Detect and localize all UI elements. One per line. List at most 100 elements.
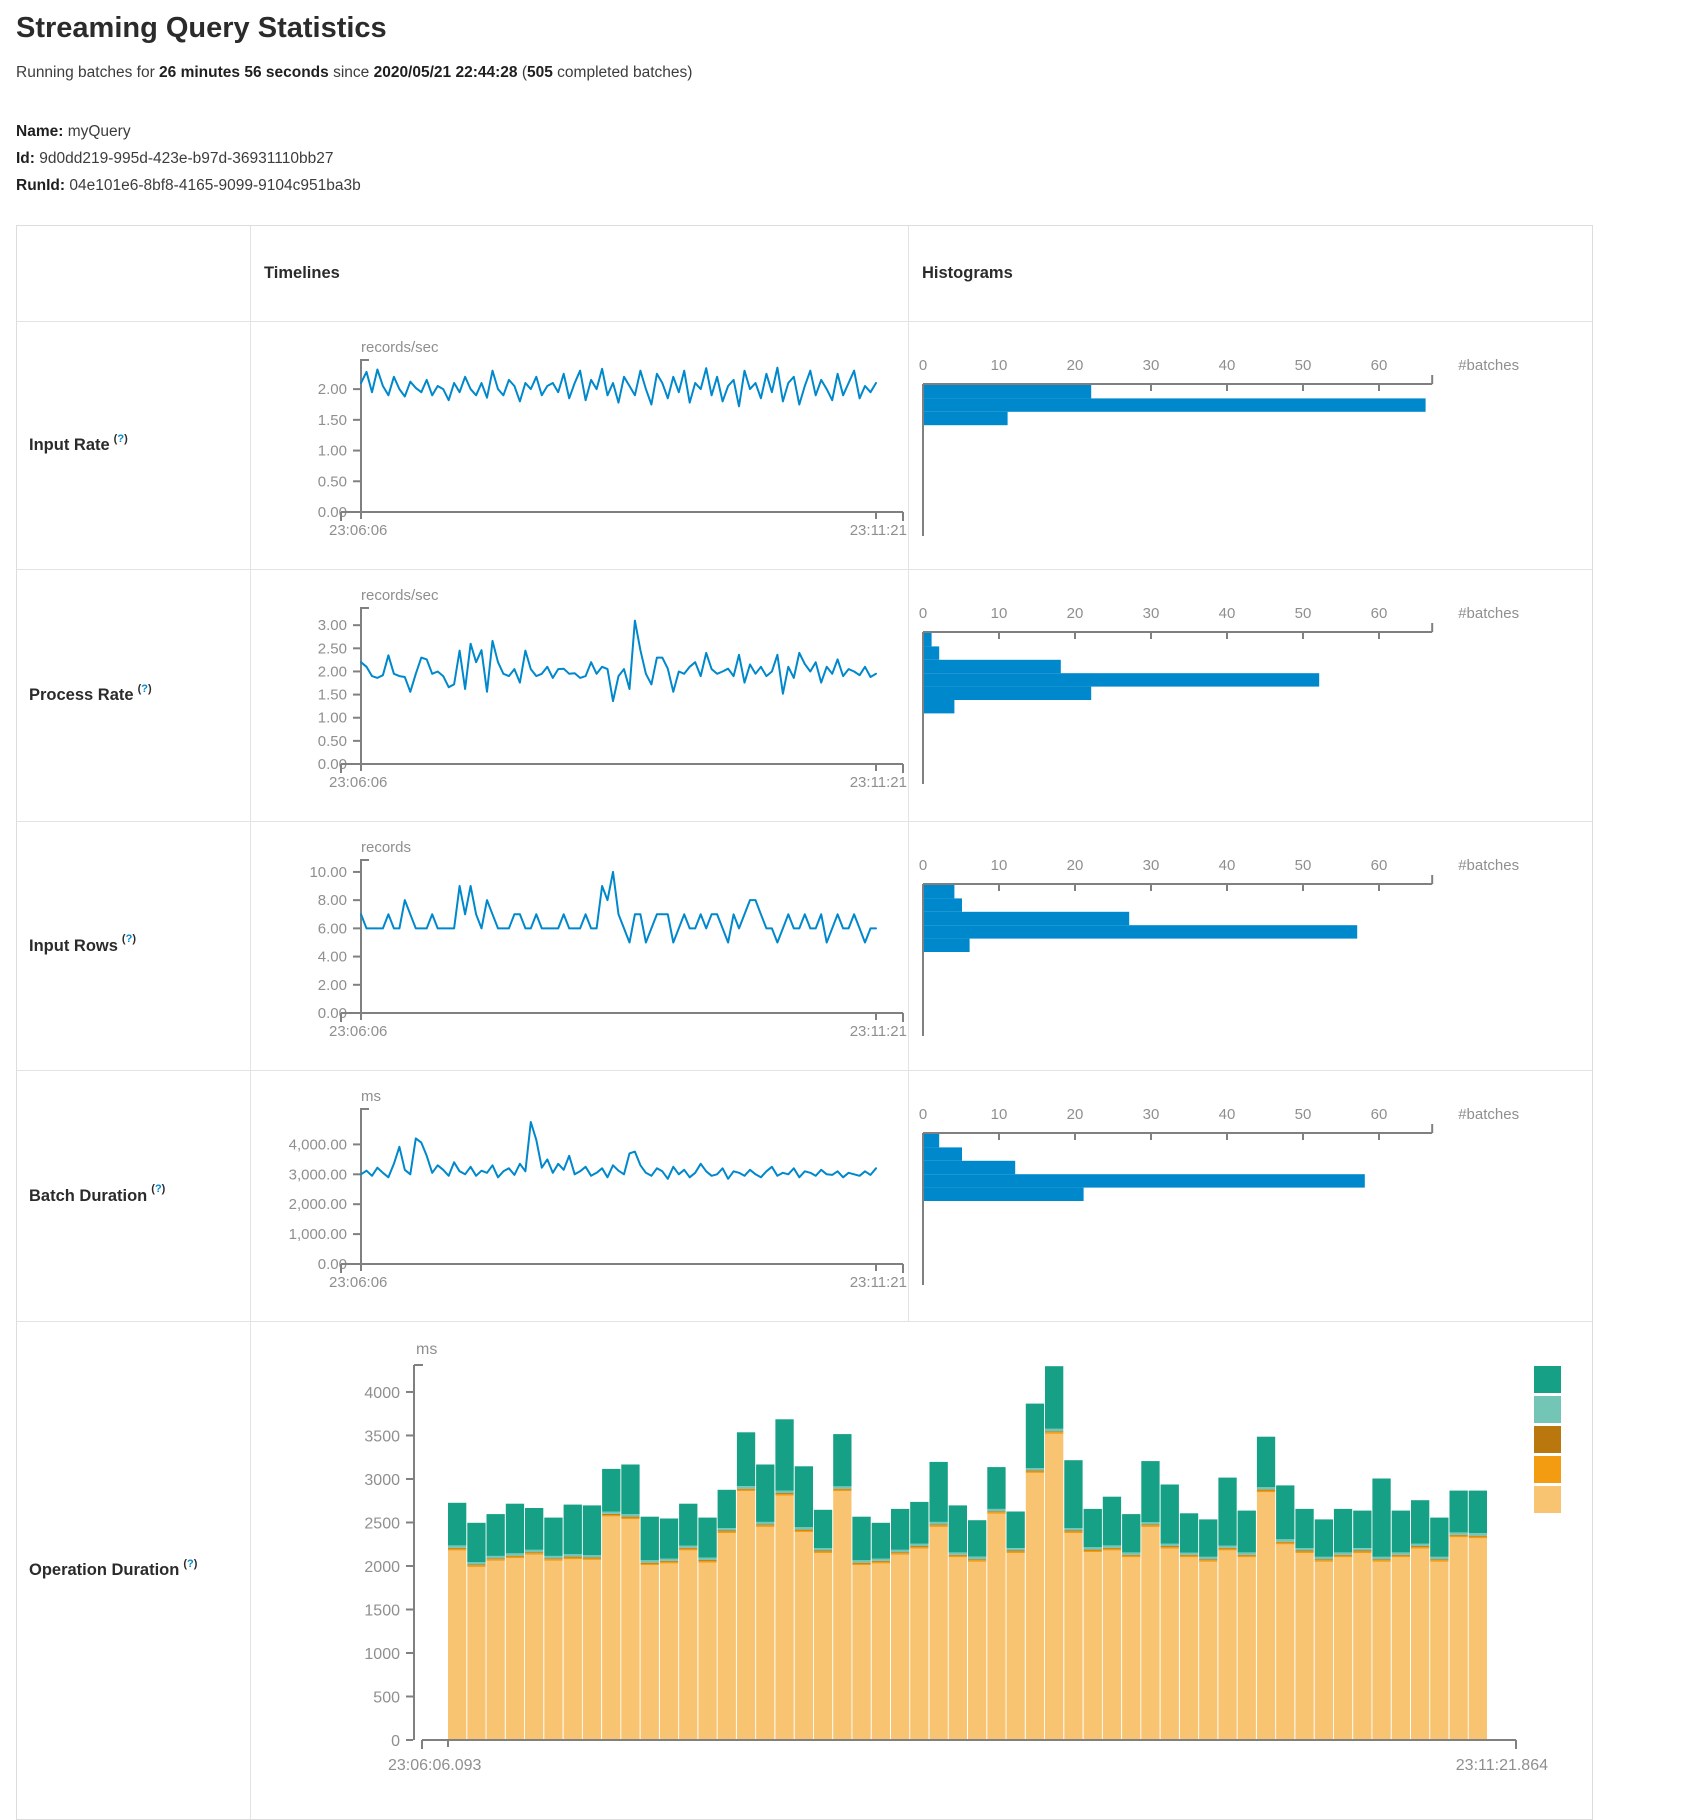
help-marker-batch-duration[interactable]: (?): [151, 1183, 165, 1195]
query-id-label: Id:: [16, 150, 35, 167]
svg-text:6.00: 6.00: [318, 920, 347, 937]
svg-text:20: 20: [1067, 857, 1084, 874]
query-name-label: Name:: [16, 123, 63, 140]
help-marker-input-rate[interactable]: (?): [114, 433, 128, 445]
input-rate-timeline-svg: records/sec0.000.501.001.502.0023:06:062…: [251, 322, 908, 569]
help-marker-operation-duration[interactable]: (?): [183, 1558, 197, 1570]
svg-text:records: records: [361, 839, 411, 856]
row-input-rate: Input Rate (?) records/sec0.000.501.001.…: [17, 322, 1592, 570]
timeline-chart-batch-duration: ms0.001,000.002,000.003,000.004,000.0023…: [251, 1071, 909, 1321]
histogram-chart-input-rate: 0102030405060#batches: [909, 322, 1592, 569]
svg-text:10: 10: [991, 857, 1008, 874]
svg-text:2.00: 2.00: [318, 977, 347, 994]
svg-text:records/sec: records/sec: [361, 587, 439, 604]
query-id-value: 9d0dd219-995d-423e-b97d-36931110bb27: [35, 150, 334, 167]
header-empty-cell: [17, 226, 251, 321]
svg-text:2,000.00: 2,000.00: [289, 1196, 347, 1213]
svg-text:1.50: 1.50: [318, 412, 347, 429]
svg-text:2.00: 2.00: [318, 663, 347, 680]
paren-open: (: [518, 64, 527, 81]
svg-text:1500: 1500: [364, 1602, 400, 1619]
svg-text:0.50: 0.50: [318, 473, 347, 490]
svg-text:2000: 2000: [364, 1559, 400, 1576]
svg-text:40: 40: [1219, 1106, 1236, 1123]
row-process-rate: Process Rate (?) records/sec0.000.501.00…: [17, 570, 1592, 822]
completed-batches-count: 505: [527, 64, 553, 81]
svg-text:23:06:06: 23:06:06: [329, 1023, 387, 1040]
svg-text:23:06:06: 23:06:06: [329, 1274, 387, 1291]
query-id-line: Id: 9d0dd219-995d-423e-b97d-36931110bb27: [16, 145, 361, 172]
row-label-text: Operation Duration: [29, 1561, 179, 1580]
svg-text:8.00: 8.00: [318, 892, 347, 909]
svg-text:3000: 3000: [364, 1472, 400, 1489]
svg-text:30: 30: [1143, 857, 1160, 874]
svg-text:4,000.00: 4,000.00: [289, 1136, 347, 1153]
running-prefix: Running batches for: [16, 64, 159, 81]
svg-text:30: 30: [1143, 1106, 1160, 1123]
help-paren-close: ): [162, 1183, 166, 1195]
svg-text:0: 0: [919, 357, 927, 374]
row-label-operation-duration: Operation Duration (?): [17, 1322, 251, 1819]
row-label-batch-duration: Batch Duration (?): [17, 1071, 251, 1321]
svg-text:20: 20: [1067, 1106, 1084, 1123]
histograms-header: Histograms: [909, 226, 1592, 321]
help-marker-input-rows[interactable]: (?): [122, 933, 136, 945]
timeline-chart-process-rate: records/sec0.000.501.001.502.002.503.002…: [251, 570, 909, 821]
legend-swatch-1: [1534, 1396, 1561, 1423]
svg-text:10: 10: [991, 605, 1008, 622]
svg-text:0: 0: [391, 1733, 400, 1750]
svg-text:20: 20: [1067, 605, 1084, 622]
running-duration: 26 minutes 56 seconds: [159, 64, 329, 81]
legend-swatch-3: [1534, 1456, 1561, 1483]
svg-text:500: 500: [373, 1689, 400, 1706]
row-label-text: Input Rows: [29, 937, 118, 956]
help-paren-close: ): [148, 683, 152, 695]
svg-text:23:11:21: 23:11:21: [850, 1274, 907, 1291]
svg-text:1.00: 1.00: [318, 710, 347, 727]
row-label-input-rows: Input Rows (?): [17, 822, 251, 1070]
row-label-text: Batch Duration: [29, 1187, 147, 1206]
timelines-header: Timelines: [251, 226, 909, 321]
svg-text:30: 30: [1143, 605, 1160, 622]
svg-text:23:11:21: 23:11:21: [850, 1023, 907, 1040]
svg-text:23:11:21: 23:11:21: [850, 774, 907, 791]
row-input-rows: Input Rows (?) records0.002.004.006.008.…: [17, 822, 1592, 1071]
stacked-bar-chart-operation-duration: ms0500100015002000250030003500400023:06:…: [251, 1322, 1592, 1819]
svg-text:23:11:21: 23:11:21: [850, 522, 907, 539]
row-label-text: Input Rate: [29, 436, 110, 455]
help-question-icon[interactable]: ?: [141, 683, 148, 695]
batch-duration-histogram-svg: 0102030405060#batches: [909, 1071, 1592, 1321]
svg-text:records/sec: records/sec: [361, 339, 439, 356]
svg-text:20: 20: [1067, 357, 1084, 374]
svg-text:1000: 1000: [364, 1646, 400, 1663]
svg-text:3500: 3500: [364, 1428, 400, 1445]
svg-text:0: 0: [919, 605, 927, 622]
svg-text:30: 30: [1143, 357, 1160, 374]
help-question-icon[interactable]: ?: [187, 1558, 194, 1570]
query-runid-value: 04e101e6-8bf8-4165-9099-9104c951ba3b: [65, 177, 361, 194]
histogram-chart-input-rows: 0102030405060#batches: [909, 822, 1592, 1070]
since-word: since: [329, 64, 374, 81]
running-batches-summary: Running batches for 26 minutes 56 second…: [16, 64, 692, 82]
svg-text:1.50: 1.50: [318, 687, 347, 704]
svg-text:23:06:06: 23:06:06: [329, 774, 387, 791]
svg-text:60: 60: [1371, 605, 1388, 622]
help-question-icon[interactable]: ?: [155, 1183, 162, 1195]
timeline-chart-input-rows: records0.002.004.006.008.0010.0023:06:06…: [251, 822, 909, 1070]
timeline-chart-input-rate: records/sec0.000.501.001.502.0023:06:062…: [251, 322, 909, 569]
svg-text:#batches: #batches: [1458, 1106, 1519, 1123]
statistics-table: Timelines Histograms Input Rate (?) reco…: [16, 225, 1593, 1820]
svg-text:#batches: #batches: [1458, 605, 1519, 622]
svg-text:0.50: 0.50: [318, 733, 347, 750]
svg-text:4000: 4000: [364, 1385, 400, 1402]
batch-duration-timeline-svg: ms0.001,000.002,000.003,000.004,000.0023…: [251, 1071, 908, 1321]
row-label-input-rate: Input Rate (?): [17, 322, 251, 569]
help-marker-process-rate[interactable]: (?): [138, 683, 152, 695]
svg-text:#batches: #batches: [1458, 357, 1519, 374]
legend-swatch-2: [1534, 1426, 1561, 1453]
svg-text:23:11:21.864: 23:11:21.864: [1456, 1757, 1548, 1774]
svg-text:50: 50: [1295, 357, 1312, 374]
svg-text:1,000.00: 1,000.00: [289, 1226, 347, 1243]
query-runid-line: RunId: 04e101e6-8bf8-4165-9099-9104c951b…: [16, 172, 361, 199]
process-rate-timeline-svg: records/sec0.000.501.001.502.002.503.002…: [251, 570, 908, 821]
